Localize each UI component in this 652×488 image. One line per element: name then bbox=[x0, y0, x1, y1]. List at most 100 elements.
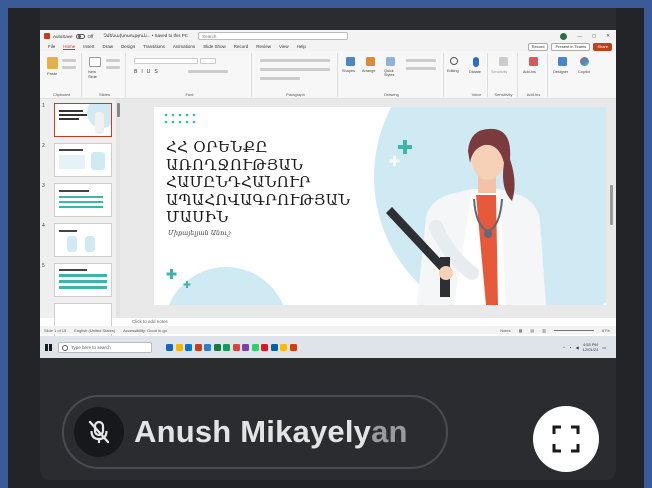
tray-chevron-icon[interactable]: ^ bbox=[563, 345, 565, 350]
slide-thumbnail-2[interactable] bbox=[54, 143, 112, 177]
notes-button[interactable]: Notes bbox=[500, 328, 510, 333]
app-icon[interactable] bbox=[175, 343, 183, 351]
ribbon: Paste Clipboard New Slide Slides BIUS Fo… bbox=[40, 51, 616, 99]
app-icon[interactable] bbox=[213, 343, 221, 351]
copy-button[interactable] bbox=[62, 66, 76, 69]
microphone-icon[interactable] bbox=[473, 57, 479, 67]
app-icon[interactable] bbox=[251, 343, 259, 351]
find-icon[interactable] bbox=[450, 57, 458, 65]
tab-file[interactable]: File bbox=[48, 44, 55, 49]
list-buttons[interactable] bbox=[260, 59, 330, 62]
normal-view-icon[interactable]: ▦ bbox=[519, 328, 523, 333]
app-icon[interactable] bbox=[242, 343, 249, 351]
app-icon[interactable] bbox=[204, 343, 211, 351]
reset-button[interactable] bbox=[106, 66, 120, 69]
tab-insert[interactable]: Insert bbox=[83, 44, 94, 49]
copilot-icon[interactable] bbox=[580, 57, 589, 66]
autosave-toggle[interactable] bbox=[75, 33, 85, 39]
mic-muted-button[interactable] bbox=[74, 407, 124, 457]
file-name: Չմենախոսություն... • Saved to this PC bbox=[103, 33, 189, 38]
clock[interactable]: 4:53 PM 12/01/24 bbox=[583, 342, 599, 352]
font-color-buttons[interactable] bbox=[188, 70, 228, 73]
group-label-sensitivity: Sensitivity bbox=[494, 92, 513, 97]
record-button[interactable]: Record bbox=[527, 42, 549, 51]
app-icon[interactable] bbox=[185, 343, 192, 351]
tab-help[interactable]: Help bbox=[297, 44, 306, 49]
font-name-select[interactable] bbox=[134, 58, 198, 64]
group-label-slides: Slides bbox=[99, 92, 110, 97]
zoom-slider[interactable] bbox=[553, 329, 594, 331]
tab-record[interactable]: Record bbox=[234, 44, 249, 49]
app-icon[interactable] bbox=[223, 343, 230, 351]
tab-transitions[interactable]: Transitions bbox=[143, 44, 165, 49]
language-indicator[interactable]: English (United States) bbox=[74, 328, 115, 333]
app-icon[interactable] bbox=[232, 343, 240, 351]
taskbar-apps bbox=[166, 343, 297, 351]
shapes-icon[interactable] bbox=[346, 57, 355, 66]
app-icon[interactable] bbox=[194, 343, 202, 351]
app-icon[interactable] bbox=[289, 343, 297, 351]
slide-title-line: ՀՀ ՕՐԵՆՔԸ bbox=[166, 138, 269, 156]
network-icon[interactable]: ◔ bbox=[569, 345, 571, 350]
share-button[interactable]: Share bbox=[593, 42, 612, 51]
copilot-label: Copilot bbox=[578, 70, 590, 74]
tab-draw[interactable]: Draw bbox=[103, 44, 114, 49]
notification-icon[interactable]: ▭ bbox=[602, 345, 606, 350]
paste-icon[interactable] bbox=[47, 57, 58, 69]
app-icon[interactable] bbox=[166, 343, 173, 351]
slide-thumbnail-1[interactable] bbox=[54, 103, 112, 137]
direction-buttons[interactable] bbox=[260, 77, 300, 80]
slide-thumbnail-5[interactable] bbox=[54, 263, 112, 297]
app-icon[interactable] bbox=[261, 343, 268, 351]
clock-date: 12/01/24 bbox=[582, 347, 599, 352]
group-label-drawing: Drawing bbox=[384, 92, 399, 97]
new-slide-icon[interactable] bbox=[89, 57, 101, 67]
quick-styles-icon[interactable] bbox=[386, 57, 395, 66]
maximize-icon[interactable]: ▢ bbox=[592, 33, 596, 39]
cut-button[interactable] bbox=[62, 59, 76, 62]
autosave-label: AutoSave bbox=[53, 33, 73, 39]
font-size-select[interactable] bbox=[200, 58, 216, 64]
close-icon[interactable]: ✕ bbox=[606, 33, 610, 39]
group-label-addins: Add-ins bbox=[526, 92, 541, 97]
tab-review[interactable]: Review bbox=[256, 44, 271, 49]
tab-slide-show[interactable]: Slide Show bbox=[203, 44, 226, 49]
ribbon-group-editing: Editing bbox=[446, 53, 464, 97]
accessibility-status[interactable]: Accessibility: Good to go bbox=[123, 328, 167, 333]
layout-button[interactable] bbox=[106, 59, 120, 62]
shape-fill-button[interactable] bbox=[406, 59, 436, 62]
canvas-scrollbar[interactable] bbox=[610, 185, 613, 225]
sorter-view-icon[interactable]: ▤ bbox=[530, 328, 534, 333]
slide-title-line: ՀԱՄԸՆԴՀԱՆՈՒՐ bbox=[166, 173, 311, 191]
sensitivity-icon[interactable] bbox=[499, 57, 508, 66]
shape-outline-button[interactable] bbox=[406, 67, 436, 70]
tab-view[interactable]: View bbox=[279, 44, 289, 49]
volume-icon[interactable]: ◀ bbox=[576, 345, 579, 350]
addins-icon[interactable] bbox=[529, 57, 538, 66]
slide-thumbnail-4[interactable] bbox=[54, 223, 112, 257]
notes-placeholder[interactable]: Click to add notes bbox=[132, 319, 168, 324]
app-icon[interactable] bbox=[280, 343, 287, 351]
arrange-icon[interactable] bbox=[366, 57, 375, 66]
present-in-teams-button[interactable]: Present in Teams bbox=[551, 42, 591, 51]
font-format-buttons[interactable]: BIUS bbox=[134, 69, 162, 75]
status-bar: Slide 1 of 15 English (United States) Ac… bbox=[40, 326, 616, 334]
designer-icon[interactable] bbox=[558, 57, 567, 66]
align-buttons[interactable] bbox=[260, 68, 330, 71]
title-search-box[interactable]: Search bbox=[198, 32, 349, 40]
current-slide[interactable]: ՀՀ ՕՐԵՆՔԸ ԱՌՈՂՋՈՒԹՅԱՆ ՀԱՄԸՆԴՀԱՆՈՒՐ ԱՊԱՀՈ… bbox=[154, 107, 606, 305]
taskbar-search[interactable]: Type here to search bbox=[58, 341, 152, 353]
tab-animations[interactable]: Animations bbox=[173, 44, 195, 49]
minimize-icon[interactable]: — bbox=[577, 34, 582, 39]
app-icon[interactable] bbox=[270, 343, 278, 351]
slide-thumbnail-3[interactable] bbox=[54, 183, 112, 217]
group-label-clipboard: Clipboard bbox=[52, 92, 71, 97]
fullscreen-button[interactable] bbox=[533, 406, 599, 472]
tab-home[interactable]: Home bbox=[63, 44, 76, 50]
tab-design[interactable]: Design bbox=[121, 44, 135, 49]
reading-view-icon[interactable]: ▥ bbox=[542, 328, 546, 333]
zoom-level[interactable]: 67% bbox=[602, 328, 610, 333]
sensitivity-label: Sensitivity bbox=[491, 70, 508, 74]
windows-start-icon[interactable] bbox=[45, 343, 52, 351]
avatar[interactable] bbox=[560, 32, 568, 40]
